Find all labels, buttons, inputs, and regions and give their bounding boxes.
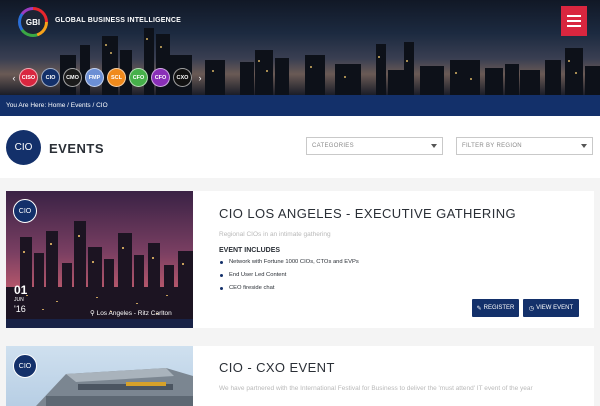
- event-includes-heading: EVENT INCLUDES: [219, 247, 281, 254]
- edit-icon: ✎: [476, 305, 482, 312]
- exhibition-centre-image: [36, 368, 193, 406]
- event-card: CIO CIO - CXO EVENT We have partnered wi…: [6, 346, 594, 406]
- event-image[interactable]: CIO: [6, 346, 193, 406]
- view-event-button-label: VIEW EVENT: [536, 305, 574, 311]
- event-description: We have partnered with the International…: [219, 385, 533, 392]
- event-location: ⚲ Los Angeles - Ritz Carlton: [90, 309, 172, 317]
- clock-icon: ◷: [528, 305, 535, 312]
- role-nav-carousel: ‹ CISO CIO CMO FMP SCL CFO CFO CXO ›: [9, 68, 205, 87]
- role-circle-cxo[interactable]: CXO: [173, 68, 192, 87]
- event-date: 01 JUN '16: [14, 284, 27, 314]
- region-select-label: FILTER BY REGION: [462, 143, 522, 149]
- event-cio-badge: CIO: [13, 199, 37, 223]
- view-event-button[interactable]: ◷ VIEW EVENT: [523, 299, 579, 317]
- event-subtitle: Regional CIOs in an intimate gathering: [219, 231, 331, 238]
- chevron-right-icon[interactable]: ›: [195, 73, 205, 83]
- event-image[interactable]: CIO 01 JUN '16 ⚲ Los Angeles - Ritz Carl…: [6, 191, 193, 328]
- list-item: Network with Fortune 1000 CIOs, CTOs and…: [219, 259, 359, 272]
- categories-select[interactable]: CATEGORIES: [306, 137, 443, 155]
- event-day: 01: [14, 283, 28, 297]
- categories-select-label: CATEGORIES: [312, 143, 354, 149]
- role-circle-cfo[interactable]: CFO: [129, 68, 148, 87]
- site-header: GBI GLOBAL BUSINESS INTELLIGENCE ‹ CISO …: [0, 0, 600, 95]
- event-year: '16: [14, 304, 26, 314]
- role-circle-cmo[interactable]: CMO: [63, 68, 82, 87]
- register-button-label: REGISTER: [483, 305, 515, 311]
- list-item: End User Led Content: [219, 272, 359, 285]
- hamburger-icon: [567, 15, 581, 17]
- event-card: CIO 01 JUN '16 ⚲ Los Angeles - Ritz Carl…: [6, 191, 594, 328]
- event-location-text: Los Angeles - Ritz Carlton: [96, 310, 172, 317]
- region-select[interactable]: FILTER BY REGION: [456, 137, 593, 155]
- page-title: EVENTS: [49, 141, 105, 156]
- gbi-logo[interactable]: GBI: [18, 7, 48, 37]
- map-pin-icon: ⚲: [90, 310, 95, 317]
- chevron-down-icon: [581, 144, 587, 148]
- cio-badge: CIO: [6, 130, 41, 165]
- hamburger-menu-button[interactable]: [561, 6, 587, 36]
- event-includes-list: Network with Fortune 1000 CIOs, CTOs and…: [219, 259, 359, 298]
- register-button[interactable]: ✎ REGISTER: [472, 299, 519, 317]
- role-circle-cfo-2[interactable]: CFO: [151, 68, 170, 87]
- brand-name: GLOBAL BUSINESS INTELLIGENCE: [55, 17, 182, 24]
- role-circle-fmp[interactable]: FMP: [85, 68, 104, 87]
- breadcrumb[interactable]: You Are Here: Home / Events / CIO: [0, 95, 600, 116]
- chevron-down-icon: [431, 144, 437, 148]
- logo-text: GBI: [21, 10, 45, 34]
- event-title[interactable]: CIO - CXO EVENT: [219, 360, 335, 375]
- role-circle-cio[interactable]: CIO: [41, 68, 60, 87]
- event-month: JUN: [14, 297, 24, 303]
- role-circle-ciso[interactable]: CISO: [19, 68, 38, 87]
- list-item: CEO fireside chat: [219, 285, 359, 298]
- role-circle-scl[interactable]: SCL: [107, 68, 126, 87]
- event-title[interactable]: CIO LOS ANGELES - EXECUTIVE GATHERING: [219, 206, 516, 221]
- event-cio-badge: CIO: [13, 354, 37, 378]
- chevron-left-icon[interactable]: ‹: [9, 73, 19, 83]
